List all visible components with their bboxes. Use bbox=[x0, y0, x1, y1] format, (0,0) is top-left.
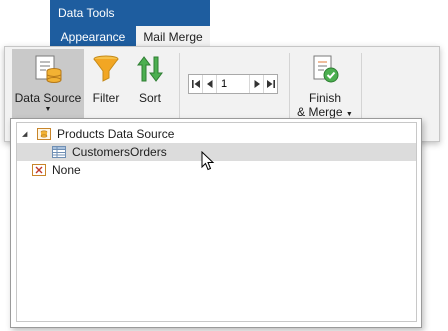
record-navigator bbox=[188, 74, 278, 94]
context-tab-group-title: Data Tools bbox=[58, 6, 115, 20]
table-icon bbox=[52, 146, 66, 158]
tree-node-none[interactable]: None bbox=[17, 161, 416, 179]
previous-record-button[interactable] bbox=[203, 75, 217, 93]
record-number-input[interactable] bbox=[217, 75, 249, 93]
first-record-button[interactable] bbox=[189, 75, 203, 93]
last-record-icon bbox=[266, 80, 275, 88]
tree-node-products-data-source[interactable]: ◢ Products Data Source bbox=[17, 125, 416, 143]
previous-record-icon bbox=[206, 80, 212, 88]
collapse-triangle-icon[interactable]: ◢ bbox=[22, 130, 32, 138]
tab-appearance-label: Appearance bbox=[60, 30, 126, 44]
filter-button[interactable]: Filter bbox=[87, 49, 125, 119]
next-record-button[interactable] bbox=[249, 75, 263, 93]
dropdown-arrow-icon: ▼ bbox=[44, 106, 52, 113]
finish-merge-icon bbox=[313, 55, 339, 83]
tab-strip: Appearance Mail Merge bbox=[50, 26, 210, 50]
tab-mail-merge-label: Mail Merge bbox=[143, 30, 203, 44]
context-tab-group-header: Data Tools bbox=[50, 0, 210, 26]
sort-button[interactable]: Sort bbox=[131, 49, 169, 119]
sort-arrows-icon bbox=[137, 56, 163, 82]
last-record-button[interactable] bbox=[263, 75, 277, 93]
report-designer-window: Data Tools Appearance Mail Merge Data So… bbox=[0, 0, 448, 331]
tree-node-label: None bbox=[52, 163, 81, 177]
filter-label: Filter bbox=[92, 91, 120, 105]
finish-merge-button[interactable]: Finish & Merge ▼ bbox=[292, 49, 358, 123]
data-source-label: Data Source bbox=[14, 91, 82, 105]
data-source-button[interactable]: Data Source ▼ bbox=[12, 49, 84, 121]
funnel-icon bbox=[93, 55, 119, 82]
data-source-tree: ◢ Products Data Source CustomersOrders N… bbox=[16, 122, 417, 322]
dropdown-arrow-icon: ▼ bbox=[345, 111, 353, 118]
tree-node-label: CustomersOrders bbox=[72, 145, 167, 159]
data-source-dropdown: ◢ Products Data Source CustomersOrders N… bbox=[10, 118, 422, 328]
first-record-icon bbox=[191, 80, 200, 88]
sort-label: Sort bbox=[138, 91, 161, 105]
tab-appearance[interactable]: Appearance bbox=[50, 26, 136, 48]
datasource-node-icon bbox=[37, 128, 51, 140]
none-icon bbox=[32, 164, 46, 176]
tree-node-label: Products Data Source bbox=[57, 127, 175, 141]
finish-merge-label-line2-text: & Merge bbox=[297, 105, 343, 119]
data-source-icon bbox=[35, 55, 62, 83]
next-record-icon bbox=[254, 80, 260, 88]
finish-merge-label-line1: Finish bbox=[308, 91, 341, 105]
tree-node-customers-orders[interactable]: CustomersOrders bbox=[17, 143, 416, 161]
mouse-cursor-icon bbox=[201, 151, 215, 171]
